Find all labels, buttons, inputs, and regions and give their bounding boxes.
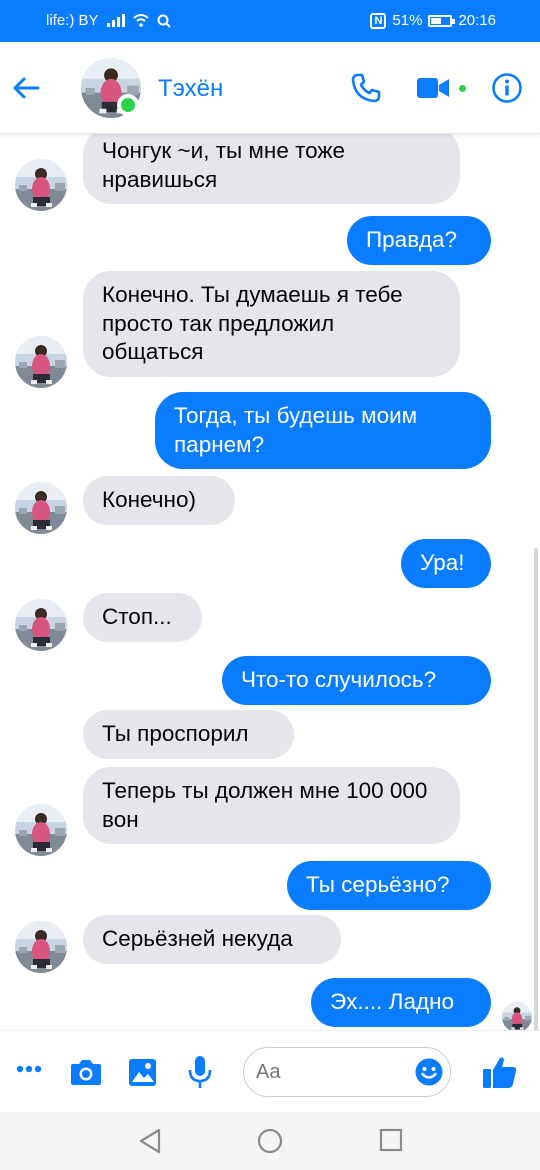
nav-recents-icon[interactable] <box>379 1128 403 1152</box>
more-icon[interactable] <box>16 1065 42 1073</box>
status-right: N 51% 20:16 <box>370 12 496 29</box>
message-bubble-incoming[interactable]: Конечно) <box>83 476 235 525</box>
message-bubble-incoming[interactable]: Стоп... <box>83 593 202 642</box>
back-arrow-icon[interactable] <box>10 72 42 104</box>
online-status-icon <box>117 94 139 116</box>
contact-avatar-small <box>15 804 67 856</box>
clock: 20:16 <box>458 12 496 29</box>
like-icon[interactable] <box>482 1055 518 1089</box>
microphone-icon[interactable] <box>188 1055 212 1089</box>
contact-avatar-small <box>15 599 67 651</box>
message-input[interactable] <box>256 1059 406 1085</box>
message-bubble-outgoing[interactable]: Эх.... Ладно <box>311 978 491 1027</box>
message-bubble-outgoing[interactable]: Тогда, ты будешь моим парнем? <box>155 392 491 469</box>
carrier-label: life:) BY <box>46 12 99 29</box>
phone-icon[interactable] <box>350 72 382 104</box>
message-bubble-outgoing[interactable]: Ура! <box>401 539 491 588</box>
message-list[interactable]: Чонгук ~и, ты мне тоже нравишься Правда?… <box>0 134 540 1030</box>
signal-icon <box>106 14 125 27</box>
contact-avatar-small <box>15 482 67 534</box>
message-bubble-incoming[interactable]: Серьёзней некуда <box>83 915 341 964</box>
video-camera-icon[interactable] <box>416 75 450 101</box>
message-bubble-outgoing[interactable]: Правда? <box>347 216 491 265</box>
message-bubble-incoming[interactable]: Чонгук ~и, ты мне тоже нравишься <box>83 134 460 204</box>
nfc-icon: N <box>370 12 387 29</box>
emoji-icon[interactable] <box>415 1058 443 1086</box>
message-bubble-incoming[interactable]: Конечно. Ты думаешь я тебе просто так пр… <box>83 271 460 377</box>
message-composer <box>0 1030 540 1112</box>
contact-name[interactable]: Тэхён <box>158 75 223 103</box>
contact-avatar-small <box>15 159 67 211</box>
battery-percent: 51% <box>392 12 423 29</box>
message-bubble-outgoing[interactable]: Ты серьёзно? <box>287 861 491 910</box>
search-icon <box>157 14 171 28</box>
message-input-box[interactable] <box>243 1047 451 1097</box>
info-icon[interactable] <box>491 72 523 104</box>
battery-icon <box>428 14 456 27</box>
camera-icon[interactable] <box>70 1058 102 1086</box>
status-bar: life:) BY N 51% 20:16 <box>0 0 540 42</box>
seen-receipt-avatar <box>502 1002 532 1030</box>
nav-back-icon[interactable] <box>138 1128 162 1154</box>
video-status-dot <box>459 85 466 92</box>
nav-home-icon[interactable] <box>257 1128 283 1154</box>
wifi-icon <box>132 14 149 27</box>
gallery-icon[interactable] <box>128 1058 157 1087</box>
message-bubble-incoming[interactable]: Теперь ты должен мне 100 000 вон <box>83 767 460 844</box>
message-bubble-outgoing[interactable]: Что-то случилось? <box>222 656 491 705</box>
contact-avatar-small <box>15 921 67 973</box>
message-bubble-incoming[interactable]: Ты проспорил <box>83 710 294 759</box>
status-left: life:) BY <box>46 12 171 29</box>
system-navigation-bar <box>0 1112 540 1170</box>
conversation-header: Тэхён <box>0 42 540 134</box>
contact-avatar-small <box>15 336 67 388</box>
scrollbar[interactable] <box>534 548 538 1030</box>
